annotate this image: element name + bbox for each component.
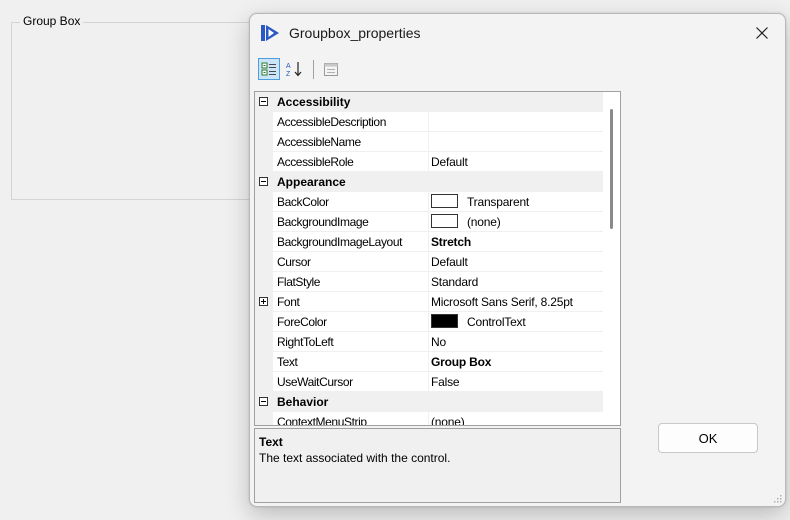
property-row-text[interactable]: Text Group Box: [255, 352, 603, 372]
property-name: ForeColor: [277, 315, 327, 329]
toolbar-separator: [313, 60, 314, 79]
property-row-contextmenustrip[interactable]: ContextMenuStrip (none): [255, 412, 603, 426]
category-accessibility[interactable]: Accessibility: [255, 92, 603, 112]
property-name: Text: [277, 355, 298, 369]
property-value[interactable]: ControlText: [431, 314, 526, 329]
close-icon: [756, 27, 768, 39]
property-name: BackgroundImageLayout: [277, 235, 403, 249]
ok-button[interactable]: OK: [658, 423, 758, 453]
property-pages-button[interactable]: [320, 58, 342, 80]
expand-icon[interactable]: [259, 297, 268, 306]
svg-text:A: A: [286, 63, 291, 70]
description-title: Text: [259, 435, 283, 449]
property-name: BackgroundImage: [277, 215, 369, 229]
dialog-title: Groupbox_properties: [289, 25, 421, 41]
collapse-icon[interactable]: [259, 97, 268, 106]
app-logo-icon: [261, 25, 279, 41]
categorized-button[interactable]: [258, 58, 280, 80]
property-row-accessiblerole[interactable]: AccessibleRole Default: [255, 152, 603, 172]
resize-grip-icon[interactable]: [772, 493, 782, 503]
property-value[interactable]: (none): [431, 214, 501, 229]
close-button[interactable]: [739, 14, 785, 52]
property-name: ContextMenuStrip: [277, 415, 367, 426]
category-appearance[interactable]: Appearance: [255, 172, 603, 192]
property-row-font[interactable]: Font Microsoft Sans Serif, 8.25pt: [255, 292, 603, 312]
property-value[interactable]: Stretch: [431, 235, 471, 249]
property-grid: Accessibility AccessibleDescription Acce…: [254, 91, 621, 426]
property-name: UseWaitCursor: [277, 375, 353, 389]
category-behavior[interactable]: Behavior: [255, 392, 603, 412]
property-value[interactable]: No: [431, 335, 446, 349]
property-value[interactable]: (none): [431, 415, 465, 425]
property-row-backcolor[interactable]: BackColor Transparent: [255, 192, 603, 212]
property-value[interactable]: Transparent: [431, 194, 529, 209]
property-name: FlatStyle: [277, 275, 321, 289]
category-label: Appearance: [277, 175, 346, 189]
image-swatch: [431, 214, 458, 228]
description-text: The text associated with the control.: [259, 451, 451, 465]
property-name: RightToLeft: [277, 335, 334, 349]
alphabetical-sort-icon: A Z: [286, 62, 302, 77]
vertical-scrollbar[interactable]: [603, 92, 620, 425]
group-box-label: Group Box: [20, 14, 84, 28]
property-row-forecolor[interactable]: ForeColor ControlText: [255, 312, 603, 332]
group-box: [11, 22, 256, 200]
property-row-backgroundimagelayout[interactable]: BackgroundImageLayout Stretch: [255, 232, 603, 252]
property-row-usewaitcursor[interactable]: UseWaitCursor False: [255, 372, 603, 392]
property-name: Font: [277, 295, 300, 309]
property-row-accessibledescription[interactable]: AccessibleDescription: [255, 112, 603, 132]
property-name: AccessibleDescription: [277, 115, 386, 129]
description-panel: Text The text associated with the contro…: [254, 428, 621, 503]
property-row-righttoleft[interactable]: RightToLeft No: [255, 332, 603, 352]
collapse-icon[interactable]: [259, 397, 268, 406]
property-value[interactable]: Standard: [431, 275, 478, 289]
title-bar[interactable]: Groupbox_properties: [250, 14, 785, 52]
scrollbar-thumb[interactable]: [610, 109, 613, 229]
property-value[interactable]: Default: [431, 255, 468, 269]
property-pages-icon: [324, 62, 338, 76]
property-row-cursor[interactable]: Cursor Default: [255, 252, 603, 272]
property-value[interactable]: Microsoft Sans Serif, 8.25pt: [431, 295, 573, 309]
property-name: AccessibleName: [277, 135, 361, 149]
property-value[interactable]: Default: [431, 155, 468, 169]
property-value[interactable]: False: [431, 375, 460, 389]
property-name: Cursor: [277, 255, 311, 269]
properties-dialog: Groupbox_properties A Z Accessibility Ac…: [249, 13, 786, 507]
alphabetical-button[interactable]: A Z: [284, 58, 306, 80]
property-grid-toolbar: A Z: [256, 58, 366, 84]
property-name: BackColor: [277, 195, 329, 209]
property-row-backgroundimage[interactable]: BackgroundImage (none): [255, 212, 603, 232]
category-label: Accessibility: [277, 95, 351, 109]
color-swatch: [431, 194, 458, 208]
property-row-accessiblename[interactable]: AccessibleName: [255, 132, 603, 152]
color-swatch: [431, 314, 458, 328]
property-row-flatstyle[interactable]: FlatStyle Standard: [255, 272, 603, 292]
property-value[interactable]: Group Box: [431, 355, 491, 369]
property-name: AccessibleRole: [277, 155, 354, 169]
collapse-icon[interactable]: [259, 177, 268, 186]
category-label: Behavior: [277, 395, 329, 409]
svg-text:Z: Z: [286, 71, 291, 77]
categorized-icon: [261, 62, 276, 76]
